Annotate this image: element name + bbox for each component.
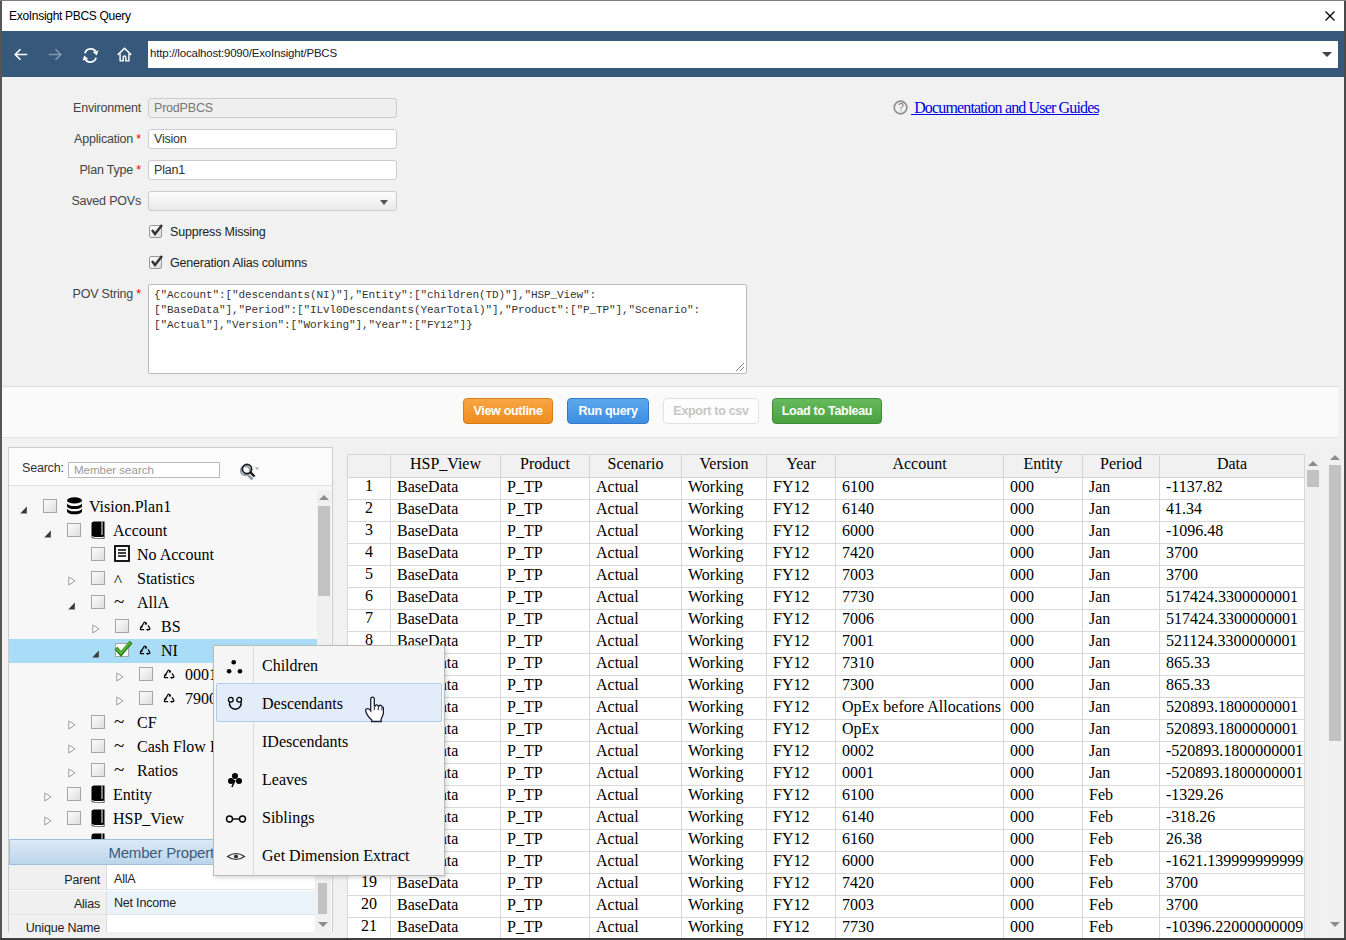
svg-text:?: ?	[898, 102, 904, 113]
